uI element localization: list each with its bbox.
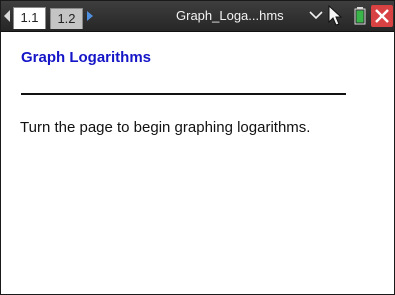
document-title[interactable]: Graph_Loga...hms <box>176 8 284 24</box>
tab-label: 1.2 <box>57 11 76 26</box>
pointer-cursor-icon <box>328 5 343 26</box>
document-frame: 1.1 1.2 Graph_Loga...hms Graph Logarithm… <box>0 0 395 295</box>
divider <box>21 93 346 95</box>
page-title: Graph Logarithms <box>21 49 152 66</box>
top-toolbar: 1.1 1.2 Graph_Loga...hms <box>1 1 394 32</box>
instruction-text: Turn the page to begin graphing logarith… <box>20 119 311 136</box>
battery-icon <box>354 7 366 25</box>
tab-label: 1.1 <box>20 10 39 25</box>
close-button[interactable] <box>371 5 393 27</box>
page-content: Graph Logarithms Turn the page to begin … <box>1 32 394 294</box>
chevron-down-icon[interactable] <box>309 10 323 20</box>
close-icon <box>375 9 389 23</box>
tab-1-1[interactable]: 1.1 <box>13 7 46 29</box>
tab-1-2[interactable]: 1.2 <box>50 8 83 29</box>
triangle-right-icon[interactable] <box>87 11 93 21</box>
triangle-left-icon[interactable] <box>4 10 10 22</box>
